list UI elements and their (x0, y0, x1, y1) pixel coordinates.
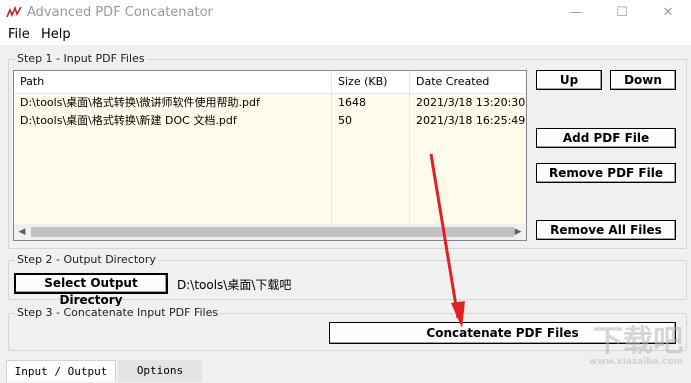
select-output-label: Select Output Directory (44, 276, 138, 307)
app-logo-icon (6, 5, 22, 18)
table-row[interactable]: D:\tools\桌面\格式转换\微讲师软件使用帮助.pdf 1648 2021… (14, 94, 526, 112)
scroll-left-icon[interactable]: ◀ (14, 224, 30, 240)
input-file-list[interactable]: Path Size (KB) Date Created D:\tools\桌面\… (13, 70, 527, 241)
scroll-thumb[interactable] (31, 227, 514, 237)
column-path[interactable]: Path (14, 71, 332, 93)
cell-date: 2021/3/18 13:20:30 (416, 96, 526, 109)
menu-file[interactable]: File (8, 27, 30, 42)
remove-pdf-label: Remove PDF File (549, 166, 663, 180)
menu-help[interactable]: Help (41, 27, 71, 42)
up-button[interactable]: Up (536, 70, 602, 90)
up-button-label: Up (559, 73, 579, 87)
menu-bar: File Help (0, 26, 691, 45)
cell-path: D:\tools\桌面\格式转换\微讲师软件使用帮助.pdf (20, 96, 260, 109)
select-output-directory-button[interactable]: Select Output Directory (14, 273, 168, 307)
cell-path: D:\tools\桌面\格式转换\新建 DOC 文档.pdf (20, 114, 237, 127)
step3-title: Step 3 - Concatenate Input PDF Files (15, 306, 221, 319)
title-bar: Advanced PDF Concatenator — ☐ ✕ (0, 0, 691, 27)
tab-options[interactable]: Options (118, 360, 202, 382)
maximize-button[interactable]: ☐ (599, 0, 645, 26)
cell-date: 2021/3/18 16:25:49 (416, 114, 526, 127)
tab-input-output[interactable]: Input / Output (6, 360, 116, 382)
step1-title: Step 1 - Input PDF Files (15, 52, 147, 65)
remove-all-button[interactable]: Remove All Files (536, 220, 676, 240)
cell-size: 50 (338, 114, 352, 127)
column-size[interactable]: Size (KB) (332, 71, 410, 93)
horizontal-scrollbar[interactable]: ◀ ▶ (14, 224, 526, 240)
output-directory-path: D:\tools\桌面\下载吧 (177, 278, 292, 292)
step2-title: Step 2 - Output Directory (15, 253, 158, 266)
column-date[interactable]: Date Created (410, 71, 526, 93)
add-pdf-label: Add PDF File (562, 131, 650, 145)
list-header: Path Size (KB) Date Created (14, 71, 526, 94)
close-button[interactable]: ✕ (645, 0, 691, 26)
remove-pdf-button[interactable]: Remove PDF File (536, 163, 676, 183)
watermark-sub: www.xiazaiba.com (589, 357, 683, 367)
minimize-button[interactable]: — (553, 0, 599, 26)
cell-size: 1648 (338, 96, 366, 109)
down-button[interactable]: Down (610, 70, 676, 90)
watermark-logo: 下载吧 www.xiazaiba.com (573, 327, 683, 377)
remove-all-label: Remove All Files (550, 223, 662, 237)
table-row[interactable]: D:\tools\桌面\格式转换\新建 DOC 文档.pdf 50 2021/3… (14, 112, 526, 130)
watermark-main: 下载吧 (593, 324, 683, 359)
add-pdf-button[interactable]: Add PDF File (536, 128, 676, 148)
down-button-label: Down (624, 73, 662, 87)
window-title: Advanced PDF Concatenator (27, 5, 213, 20)
scroll-right-icon[interactable]: ▶ (510, 224, 526, 240)
